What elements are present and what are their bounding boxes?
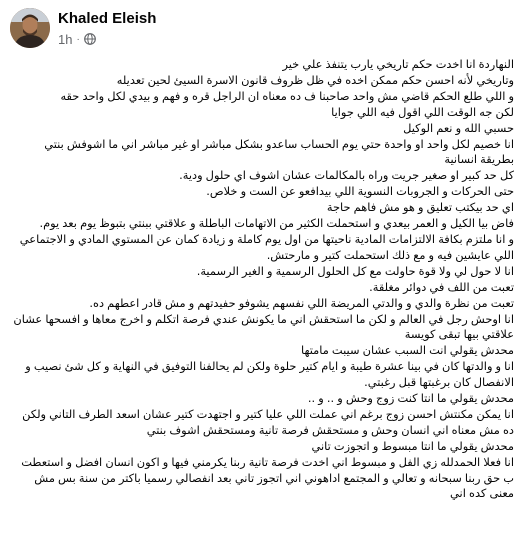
post-header: Khaled Eleish 1h ·	[0, 0, 518, 56]
author-name[interactable]: Khaled Eleish	[58, 10, 156, 27]
post-line: انا خصيم لكل واحد او واحدة حتي يوم الحسا…	[44, 136, 514, 167]
post-line: اي حد بيكتب تعليق و هو مش فاهم حاجة	[326, 200, 514, 215]
post-line: انا يمكن مكنتش احسن زوج برغم اني عملت ال…	[22, 406, 514, 437]
post-line: انا فعلا الحمدلله زي الفل و مبسوط اني اخ…	[21, 454, 514, 501]
post-line: محدش يقولي ما انتا مبسوط و اتجوزت تاني	[311, 438, 515, 453]
post-line: انا لا حول لي ولا قوة حاولت مع كل الحلول…	[196, 263, 514, 278]
post-line: محدش يقولي ما انتا كنت زوج وحش و .. و ..	[307, 391, 514, 406]
post-line: فاض بيا الكيل و العمر بيعدي و استحملت ال…	[39, 216, 514, 231]
post-line: حتى الحركات و الجروبات النسوية اللي بيدا…	[206, 184, 514, 199]
post-line: محدش يقولي انت السبب عشان سيبت مامتها	[300, 343, 514, 358]
post-time[interactable]: 1h	[58, 32, 72, 47]
post-line: النهاردة انا اخدت حكم تاريخي يارب يتنفذ …	[282, 57, 514, 71]
globe-icon[interactable]	[83, 33, 96, 45]
post-line: و انا ملتزم بكافة الالتزامات المادية ناح…	[19, 231, 514, 262]
post-line: انا اوحش رجل في العالم و لكن ما استحقش ا…	[13, 311, 514, 342]
post-line: تعبت من اللف في دوائر مغلقة.	[369, 279, 514, 294]
post-line: و اللي طلع الحكم قاضي مش واحد صاحبنا ف د…	[60, 88, 514, 103]
post-line: كل حد كبير او صغير جريت وراه بالمكالمات …	[179, 168, 514, 183]
post-text: النهاردة انا اخدت حكم تاريخي يارب يتنفذ …	[8, 57, 514, 549]
avatar-image	[10, 8, 50, 48]
post-meta: 1h ·	[58, 31, 96, 47]
author-avatar[interactable]	[10, 8, 50, 48]
separator-dot: ·	[76, 33, 80, 45]
post-line: تعبت من نظرة والدي و والدتي المريضة اللي…	[89, 295, 514, 310]
post-line: لكن جه الوقت اللي اقول فيه اللي جوايا	[331, 104, 514, 119]
post-line: وتاريخي لأنه احسن حكم ممكن اخده في ظل ظر…	[116, 72, 514, 87]
post-line: انا و والدتها كان في بينا عشرة طيبة و اي…	[25, 359, 514, 390]
post-line: حسبي الله و نعم الوكيل	[403, 120, 514, 135]
